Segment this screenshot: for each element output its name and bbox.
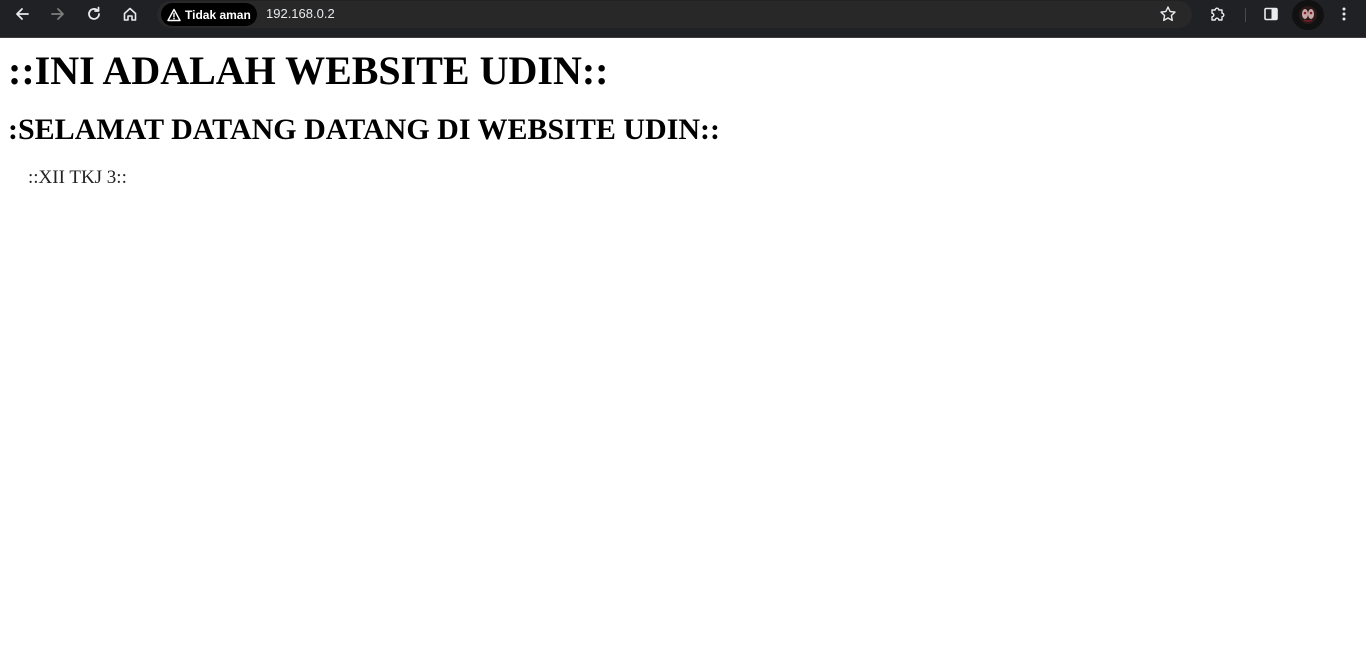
puzzle-icon [1209, 5, 1227, 23]
back-arrow-icon [14, 6, 30, 22]
toolbar-divider [1245, 8, 1246, 22]
reload-button[interactable] [79, 3, 109, 25]
reload-icon [86, 6, 102, 22]
home-button[interactable] [115, 3, 145, 25]
forward-button[interactable] [43, 3, 73, 25]
class-label: ::XII TKJ 3:: [28, 167, 127, 188]
avatar-image [1299, 6, 1317, 24]
bookmark-button[interactable] [1153, 3, 1183, 25]
back-button[interactable] [7, 3, 37, 25]
security-indicator[interactable]: Tidak aman [161, 3, 257, 26]
side-panel-button[interactable] [1256, 3, 1286, 25]
browser-toolbar: Tidak aman 192.168.0.2 [0, 0, 1366, 38]
extensions-button[interactable] [1203, 3, 1233, 25]
menu-button[interactable] [1329, 3, 1359, 25]
web-page-content: ::INI ADALAH WEBSITE UDIN:: :SELAMAT DAT… [0, 38, 1366, 672]
security-label: Tidak aman [185, 7, 251, 22]
url-text[interactable]: 192.168.0.2 [266, 6, 335, 21]
warning-triangle-icon [167, 8, 181, 22]
side-panel-icon [1263, 6, 1279, 22]
forward-arrow-icon [50, 6, 66, 22]
profile-avatar[interactable] [1292, 0, 1324, 30]
page-title: ::INI ADALAH WEBSITE UDIN:: [8, 48, 609, 93]
welcome-heading: :SELAMAT DATANG DATANG DI WEBSITE UDIN:: [8, 113, 721, 146]
home-icon [122, 6, 138, 22]
star-icon [1159, 5, 1177, 23]
kebab-menu-icon [1336, 6, 1352, 22]
